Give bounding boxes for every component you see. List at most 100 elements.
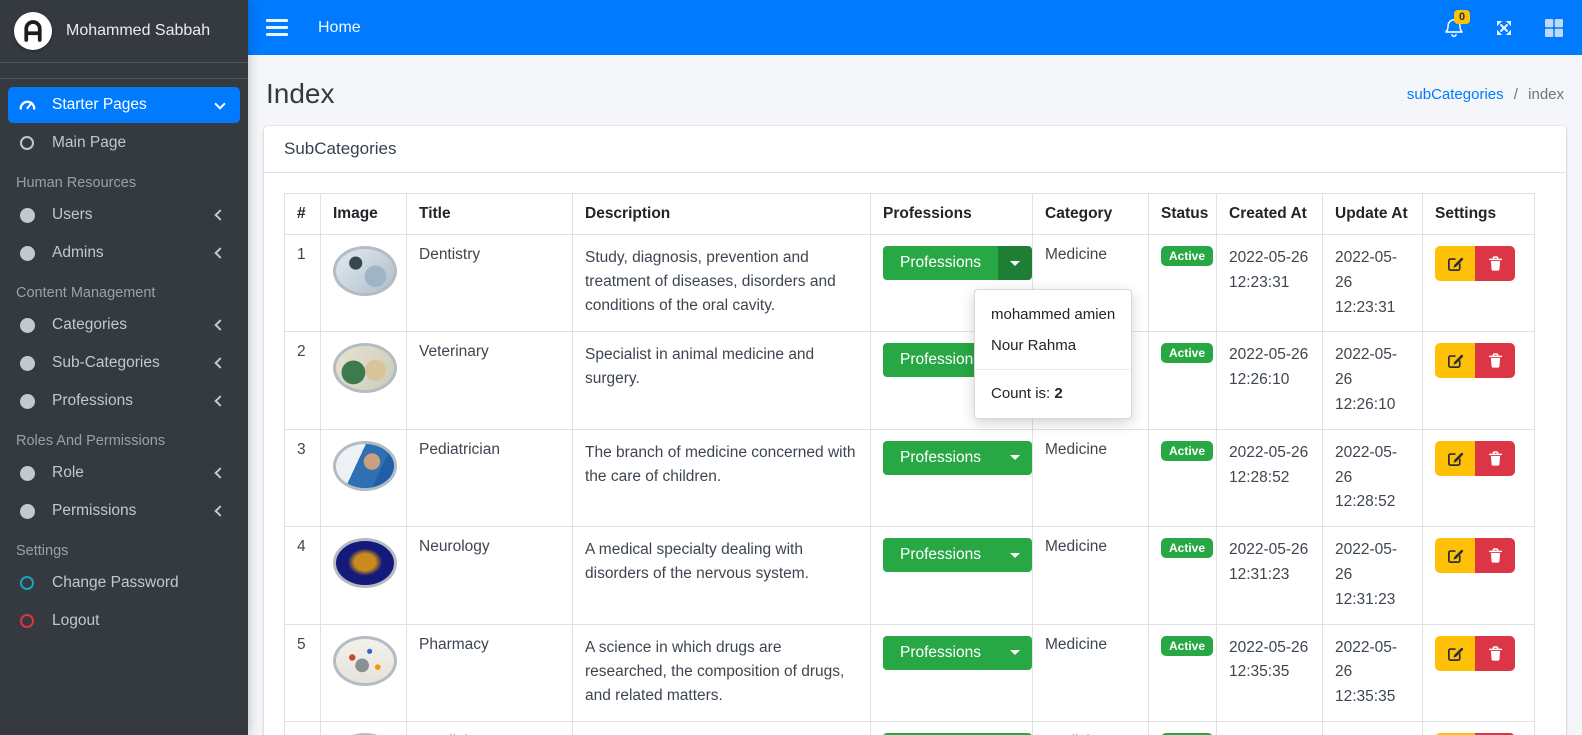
cell-created-at: 2022-05-26 12:31:23 xyxy=(1216,526,1323,625)
edit-button[interactable] xyxy=(1435,538,1475,574)
cell-image xyxy=(320,331,407,430)
sidebar-item-logout[interactable]: Logout xyxy=(8,603,240,639)
dropdown-divider xyxy=(975,369,1131,370)
hamburger-menu-icon[interactable] xyxy=(266,19,288,36)
cell-status: Active xyxy=(1148,428,1217,528)
chevron-left-icon xyxy=(214,319,226,331)
row-image xyxy=(333,538,397,589)
sidebar-item-role[interactable]: Role xyxy=(8,455,240,491)
table-row: 4 Neurology A medical specialty dealing … xyxy=(284,526,1535,625)
cell-status: Active xyxy=(1148,233,1217,333)
sidebar-item-label: Logout xyxy=(52,612,100,629)
cell-category: Medicine xyxy=(1032,526,1149,625)
cell-update-at: 2022-05-26 12:35:35 xyxy=(1322,623,1423,722)
circle-icon xyxy=(16,207,38,223)
professions-split-button: Professions xyxy=(883,635,1032,670)
professions-dropdown-toggle[interactable] xyxy=(997,246,1032,280)
professions-button[interactable]: Professions xyxy=(883,635,998,670)
cell-title: Dentistry xyxy=(406,233,573,333)
edit-button[interactable] xyxy=(1435,246,1475,281)
navbar-home-link[interactable]: Home xyxy=(318,19,361,37)
dropdown-item[interactable]: mohammed amien xyxy=(975,299,1131,330)
cell-title: Pharmacy xyxy=(406,623,573,722)
cell-title: Cardiology xyxy=(406,720,573,735)
dropdown-item[interactable]: Nour Rahma xyxy=(975,330,1131,361)
edit-pencil-icon xyxy=(1447,549,1463,564)
chevron-left-icon xyxy=(214,357,226,369)
cell-professions: Professions xyxy=(870,720,1033,735)
cell-title: Veterinary xyxy=(406,331,573,430)
cell-title: Pediatrician xyxy=(406,428,573,528)
cell-num: 6 xyxy=(284,720,321,735)
grid-apps-icon[interactable] xyxy=(1544,18,1564,38)
cell-image xyxy=(320,526,407,625)
cell-image xyxy=(320,233,407,333)
sidebar-item-main-page[interactable]: Main Page xyxy=(8,125,240,161)
delete-button[interactable] xyxy=(1475,538,1515,574)
cell-professions: Professions xyxy=(870,428,1033,528)
caret-down-icon xyxy=(1009,260,1020,266)
professions-dropdown-toggle[interactable] xyxy=(997,538,1032,573)
delete-button[interactable] xyxy=(1475,440,1515,476)
delete-button[interactable] xyxy=(1475,246,1515,281)
sidebar-item-label: Professions xyxy=(52,392,133,409)
professions-button[interactable]: Professions xyxy=(883,246,998,280)
edit-button[interactable] xyxy=(1435,635,1475,671)
section-header-content-management: Content Management xyxy=(16,285,156,301)
row-image xyxy=(333,343,397,394)
cell-num: 4 xyxy=(284,526,321,625)
sidebar-item-admins[interactable]: Admins xyxy=(8,235,240,271)
professions-dropdown-toggle[interactable] xyxy=(997,440,1032,475)
cell-num: 3 xyxy=(284,428,321,528)
delete-button[interactable] xyxy=(1475,343,1515,379)
sidebar-item-label: Starter Pages xyxy=(52,96,147,113)
chevron-left-icon xyxy=(214,247,226,259)
caret-down-icon xyxy=(1009,552,1020,558)
sidebar-item-users[interactable]: Users xyxy=(8,197,240,233)
page-title: Index xyxy=(266,78,335,109)
cell-status: Active xyxy=(1148,623,1217,722)
col-header-category: Category xyxy=(1032,193,1149,235)
subcategories-card: SubCategories # Image Title Description … xyxy=(264,126,1566,735)
edit-button[interactable] xyxy=(1435,440,1475,476)
chevron-left-icon xyxy=(214,395,226,407)
trash-icon xyxy=(1488,645,1502,661)
professions-button[interactable]: Professions xyxy=(883,440,998,475)
cell-update-at: 2022-05-26 12:26:10 xyxy=(1322,331,1423,430)
top-navbar: Home 0 xyxy=(248,0,1582,55)
sidebar-item-label: Admins xyxy=(52,244,104,261)
professions-dropdown-toggle[interactable] xyxy=(997,635,1032,670)
professions-button[interactable]: Professions xyxy=(883,538,998,573)
sidebar-item-professions[interactable]: Professions xyxy=(8,383,240,419)
edit-button[interactable] xyxy=(1435,343,1475,379)
app-shell: Mohammed Sabbah Starter Pages Main Page … xyxy=(0,0,1582,735)
breadcrumb-separator: / xyxy=(1513,85,1518,103)
breadcrumb-subcategories-link[interactable]: subCategories xyxy=(1407,86,1504,103)
cell-description: Specialist in animal medicine and surger… xyxy=(572,331,871,430)
status-badge: Active xyxy=(1161,246,1214,266)
row-image xyxy=(333,440,397,491)
user-panel[interactable]: Mohammed Sabbah xyxy=(0,0,248,63)
sidebar-item-starter-pages[interactable]: Starter Pages xyxy=(8,87,240,123)
section-header-roles-permissions: Roles And Permissions xyxy=(16,433,166,449)
fullscreen-expand-icon[interactable] xyxy=(1494,18,1514,38)
cell-description: Concerned with heart health and treatmen… xyxy=(572,720,871,735)
sidebar-item-change-password[interactable]: Change Password xyxy=(8,565,240,601)
col-header-num: # xyxy=(284,193,321,235)
cell-settings xyxy=(1422,720,1535,735)
cell-created-at: 2022-05-26 12:38:57 xyxy=(1216,720,1323,735)
cell-settings xyxy=(1422,428,1535,528)
delete-button[interactable] xyxy=(1475,635,1515,671)
sidebar-item-categories[interactable]: Categories xyxy=(8,307,240,343)
notifications-bell-icon[interactable]: 0 xyxy=(1444,9,1471,39)
sidebar-item-sub-categories[interactable]: Sub-Categories xyxy=(8,345,240,381)
notification-count-badge: 0 xyxy=(1454,9,1471,24)
status-badge: Active xyxy=(1161,538,1214,559)
cell-description: The branch of medicine concerned with th… xyxy=(572,428,871,528)
cell-settings xyxy=(1422,623,1535,722)
col-header-settings: Settings xyxy=(1422,193,1535,235)
sidebar-item-permissions[interactable]: Permissions xyxy=(8,493,240,529)
table-row: 5 Pharmacy A science in which drugs are … xyxy=(284,623,1535,722)
breadcrumb: subCategories / index xyxy=(1407,86,1564,103)
table-row: 2 Veterinary Specialist in animal medici… xyxy=(284,331,1535,430)
